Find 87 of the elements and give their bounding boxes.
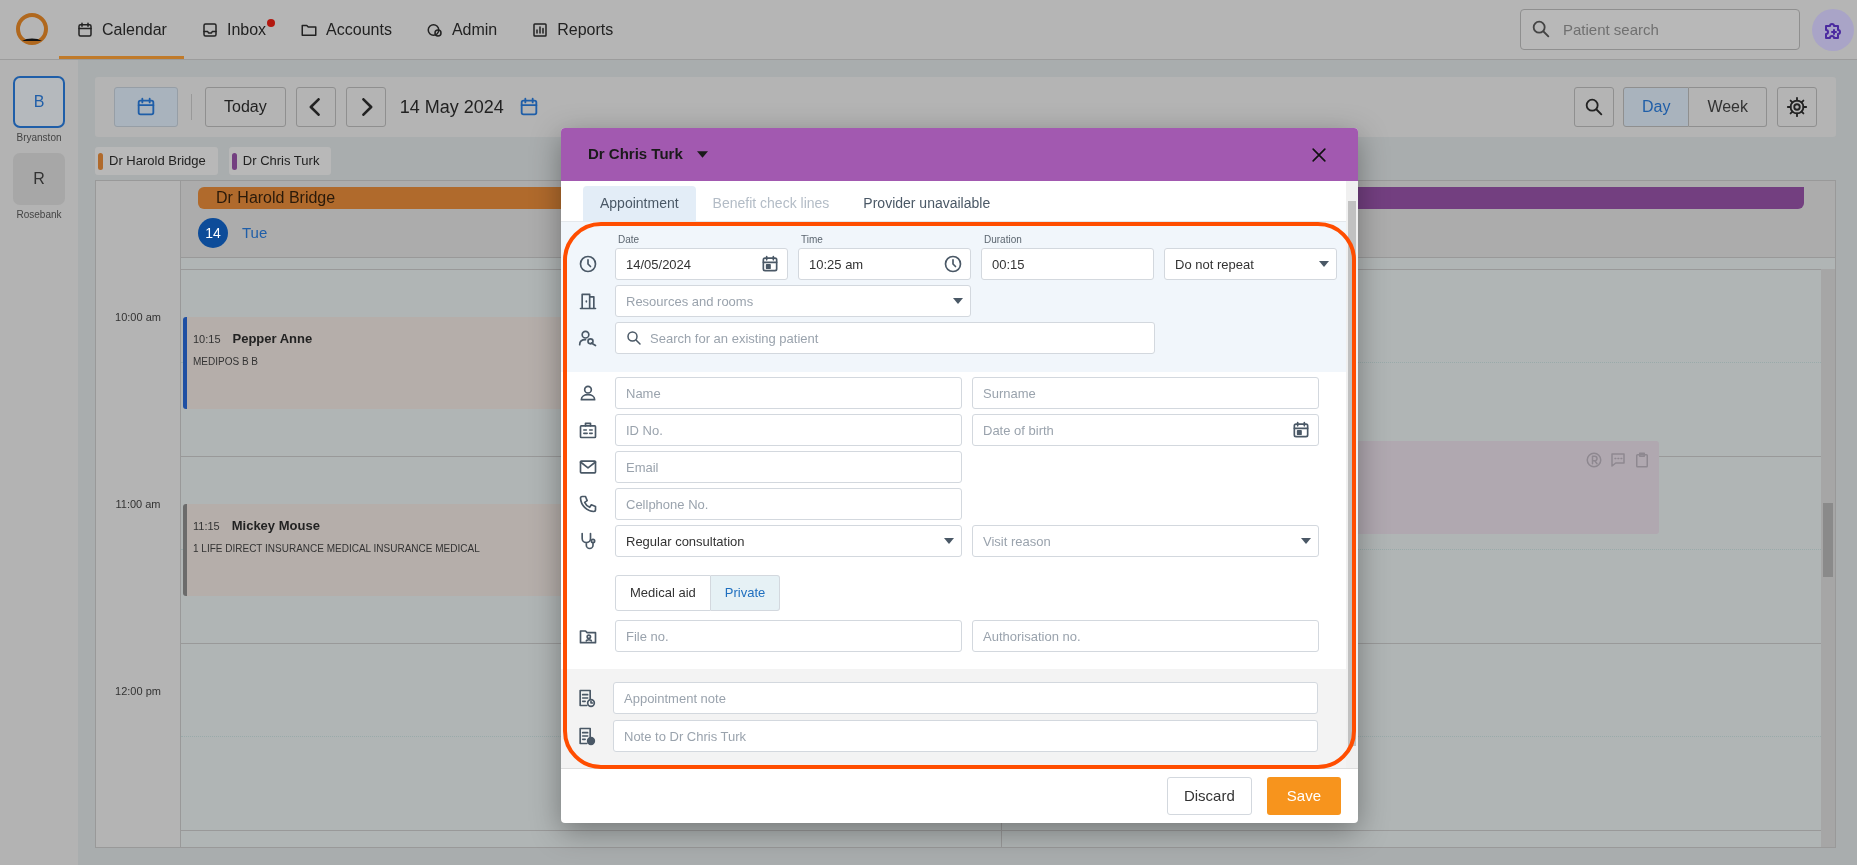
provider-tag[interactable]: Dr Chris Turk xyxy=(228,147,332,175)
consultation-dropdown[interactable]: Regular consultation xyxy=(615,525,962,557)
duration-field[interactable]: 00:15 xyxy=(981,248,1154,280)
provider-tag[interactable]: Dr Harold Bridge xyxy=(95,147,218,175)
nav-tab[interactable]: Calendar xyxy=(59,0,184,59)
inbox-icon xyxy=(200,20,219,39)
email-field[interactable]: Email xyxy=(615,451,962,483)
caret-icon xyxy=(953,298,963,304)
patient-search-field[interactable]: Patient search xyxy=(1520,9,1800,50)
billing-toggle[interactable]: Private xyxy=(710,575,781,611)
time-label: 11:00 am xyxy=(115,497,161,510)
appointment-time: 10:15 xyxy=(193,332,221,347)
nav-tab[interactable]: Accounts xyxy=(283,0,409,59)
billing-toggle[interactable]: Medical aid xyxy=(615,575,711,611)
caret-icon xyxy=(1319,261,1329,267)
file-number-field[interactable]: File no. xyxy=(615,620,962,652)
note-field[interactable]: Note to Dr Chris Turk xyxy=(613,720,1318,752)
today-button[interactable]: Today xyxy=(205,87,286,127)
note-field[interactable]: Appointment note xyxy=(613,682,1318,714)
door-icon xyxy=(578,291,598,311)
provider-dropdown[interactable]: Dr Chris Turk xyxy=(588,143,708,166)
field-label: Duration xyxy=(984,234,1022,245)
current-date: 14 May 2024 xyxy=(399,95,504,119)
calendar-icon xyxy=(76,20,94,39)
calendar-icon xyxy=(760,254,780,274)
cellphone-field[interactable]: Cellphone No. xyxy=(615,488,962,520)
clock-icon xyxy=(578,254,598,274)
resources-dropdown[interactable]: Resources and rooms xyxy=(615,285,971,317)
settings-icon xyxy=(1786,96,1808,118)
person-icon xyxy=(578,383,598,403)
visit-reason-dropdown[interactable]: Visit reason xyxy=(972,525,1319,557)
authorisation-field[interactable]: Authorisation no. xyxy=(972,620,1319,652)
previous-button[interactable] xyxy=(295,87,336,127)
repeat-dropdown[interactable]: Do not repeat xyxy=(1164,248,1337,280)
calendar-view-button[interactable] xyxy=(114,87,178,127)
chart-icon xyxy=(531,20,550,39)
appointment-time: 11:15 xyxy=(193,519,220,534)
patient-name: Mickey Mouse xyxy=(231,517,320,535)
search-button[interactable] xyxy=(1573,87,1614,127)
surname-field[interactable]: Surname xyxy=(972,377,1319,409)
caret-icon xyxy=(944,538,954,544)
appointment-detail: 1 LIFE DIRECT INSURANCE MEDICAL INSURANCE MEDICAL xyxy=(192,541,480,556)
appointment-detail: MEDIPOS B B xyxy=(192,354,258,369)
day-number[interactable]: 14 xyxy=(198,218,228,248)
calendar-icon xyxy=(135,96,157,118)
next-button[interactable] xyxy=(345,87,386,127)
note-person-icon xyxy=(576,726,596,746)
time-label: 12:00 pm xyxy=(115,684,161,697)
caret-icon xyxy=(696,151,708,158)
field-label: Date xyxy=(618,234,640,245)
note-clock-icon xyxy=(576,688,596,708)
person-search-icon xyxy=(578,328,598,348)
profile-avatar[interactable] xyxy=(1812,8,1854,51)
date-of-birth-field[interactable]: Date of birth xyxy=(972,414,1319,446)
id-card-icon xyxy=(578,420,598,440)
clock-icon xyxy=(943,254,963,274)
name-field[interactable]: Name xyxy=(615,377,962,409)
nav-tab[interactable]: Inbox xyxy=(183,0,284,59)
discard-button[interactable]: Discard xyxy=(1166,777,1252,815)
id-number-field[interactable]: ID No. xyxy=(615,414,962,446)
provider-name: Dr Chris Turk xyxy=(242,152,320,171)
site-button[interactable]: R xyxy=(13,153,65,205)
site-label: Rosebank xyxy=(16,208,62,222)
nav-tab[interactable]: Reports xyxy=(514,0,631,59)
stethoscope-icon xyxy=(578,531,598,551)
provider-name: Dr Harold Bridge xyxy=(109,152,206,171)
time-field[interactable]: 10:25 am xyxy=(798,248,971,280)
search-icon xyxy=(1530,18,1552,40)
caret-icon xyxy=(1301,538,1311,544)
logo-icon xyxy=(14,12,50,48)
date-field[interactable]: 14/05/2024 xyxy=(615,248,788,280)
site-label: Bryanston xyxy=(16,131,62,145)
dialog-tab[interactable]: Appointment xyxy=(583,186,696,221)
phone-icon xyxy=(578,494,598,514)
registered-icon xyxy=(1585,451,1603,469)
patient-name: Pepper Anne xyxy=(232,330,313,348)
search-icon xyxy=(625,329,643,347)
field-label: Time xyxy=(801,234,823,245)
nav-tab[interactable]: Admin xyxy=(408,0,515,59)
settings-button[interactable] xyxy=(1777,87,1817,127)
clipboard-icon xyxy=(1633,451,1651,469)
mail-icon xyxy=(578,457,598,477)
calendar-icon xyxy=(1291,420,1311,440)
scrollbar[interactable] xyxy=(1821,269,1835,847)
view-tab[interactable]: Week xyxy=(1689,87,1767,127)
comment-icon xyxy=(1609,451,1627,469)
time-label: 10:00 am xyxy=(115,310,161,323)
